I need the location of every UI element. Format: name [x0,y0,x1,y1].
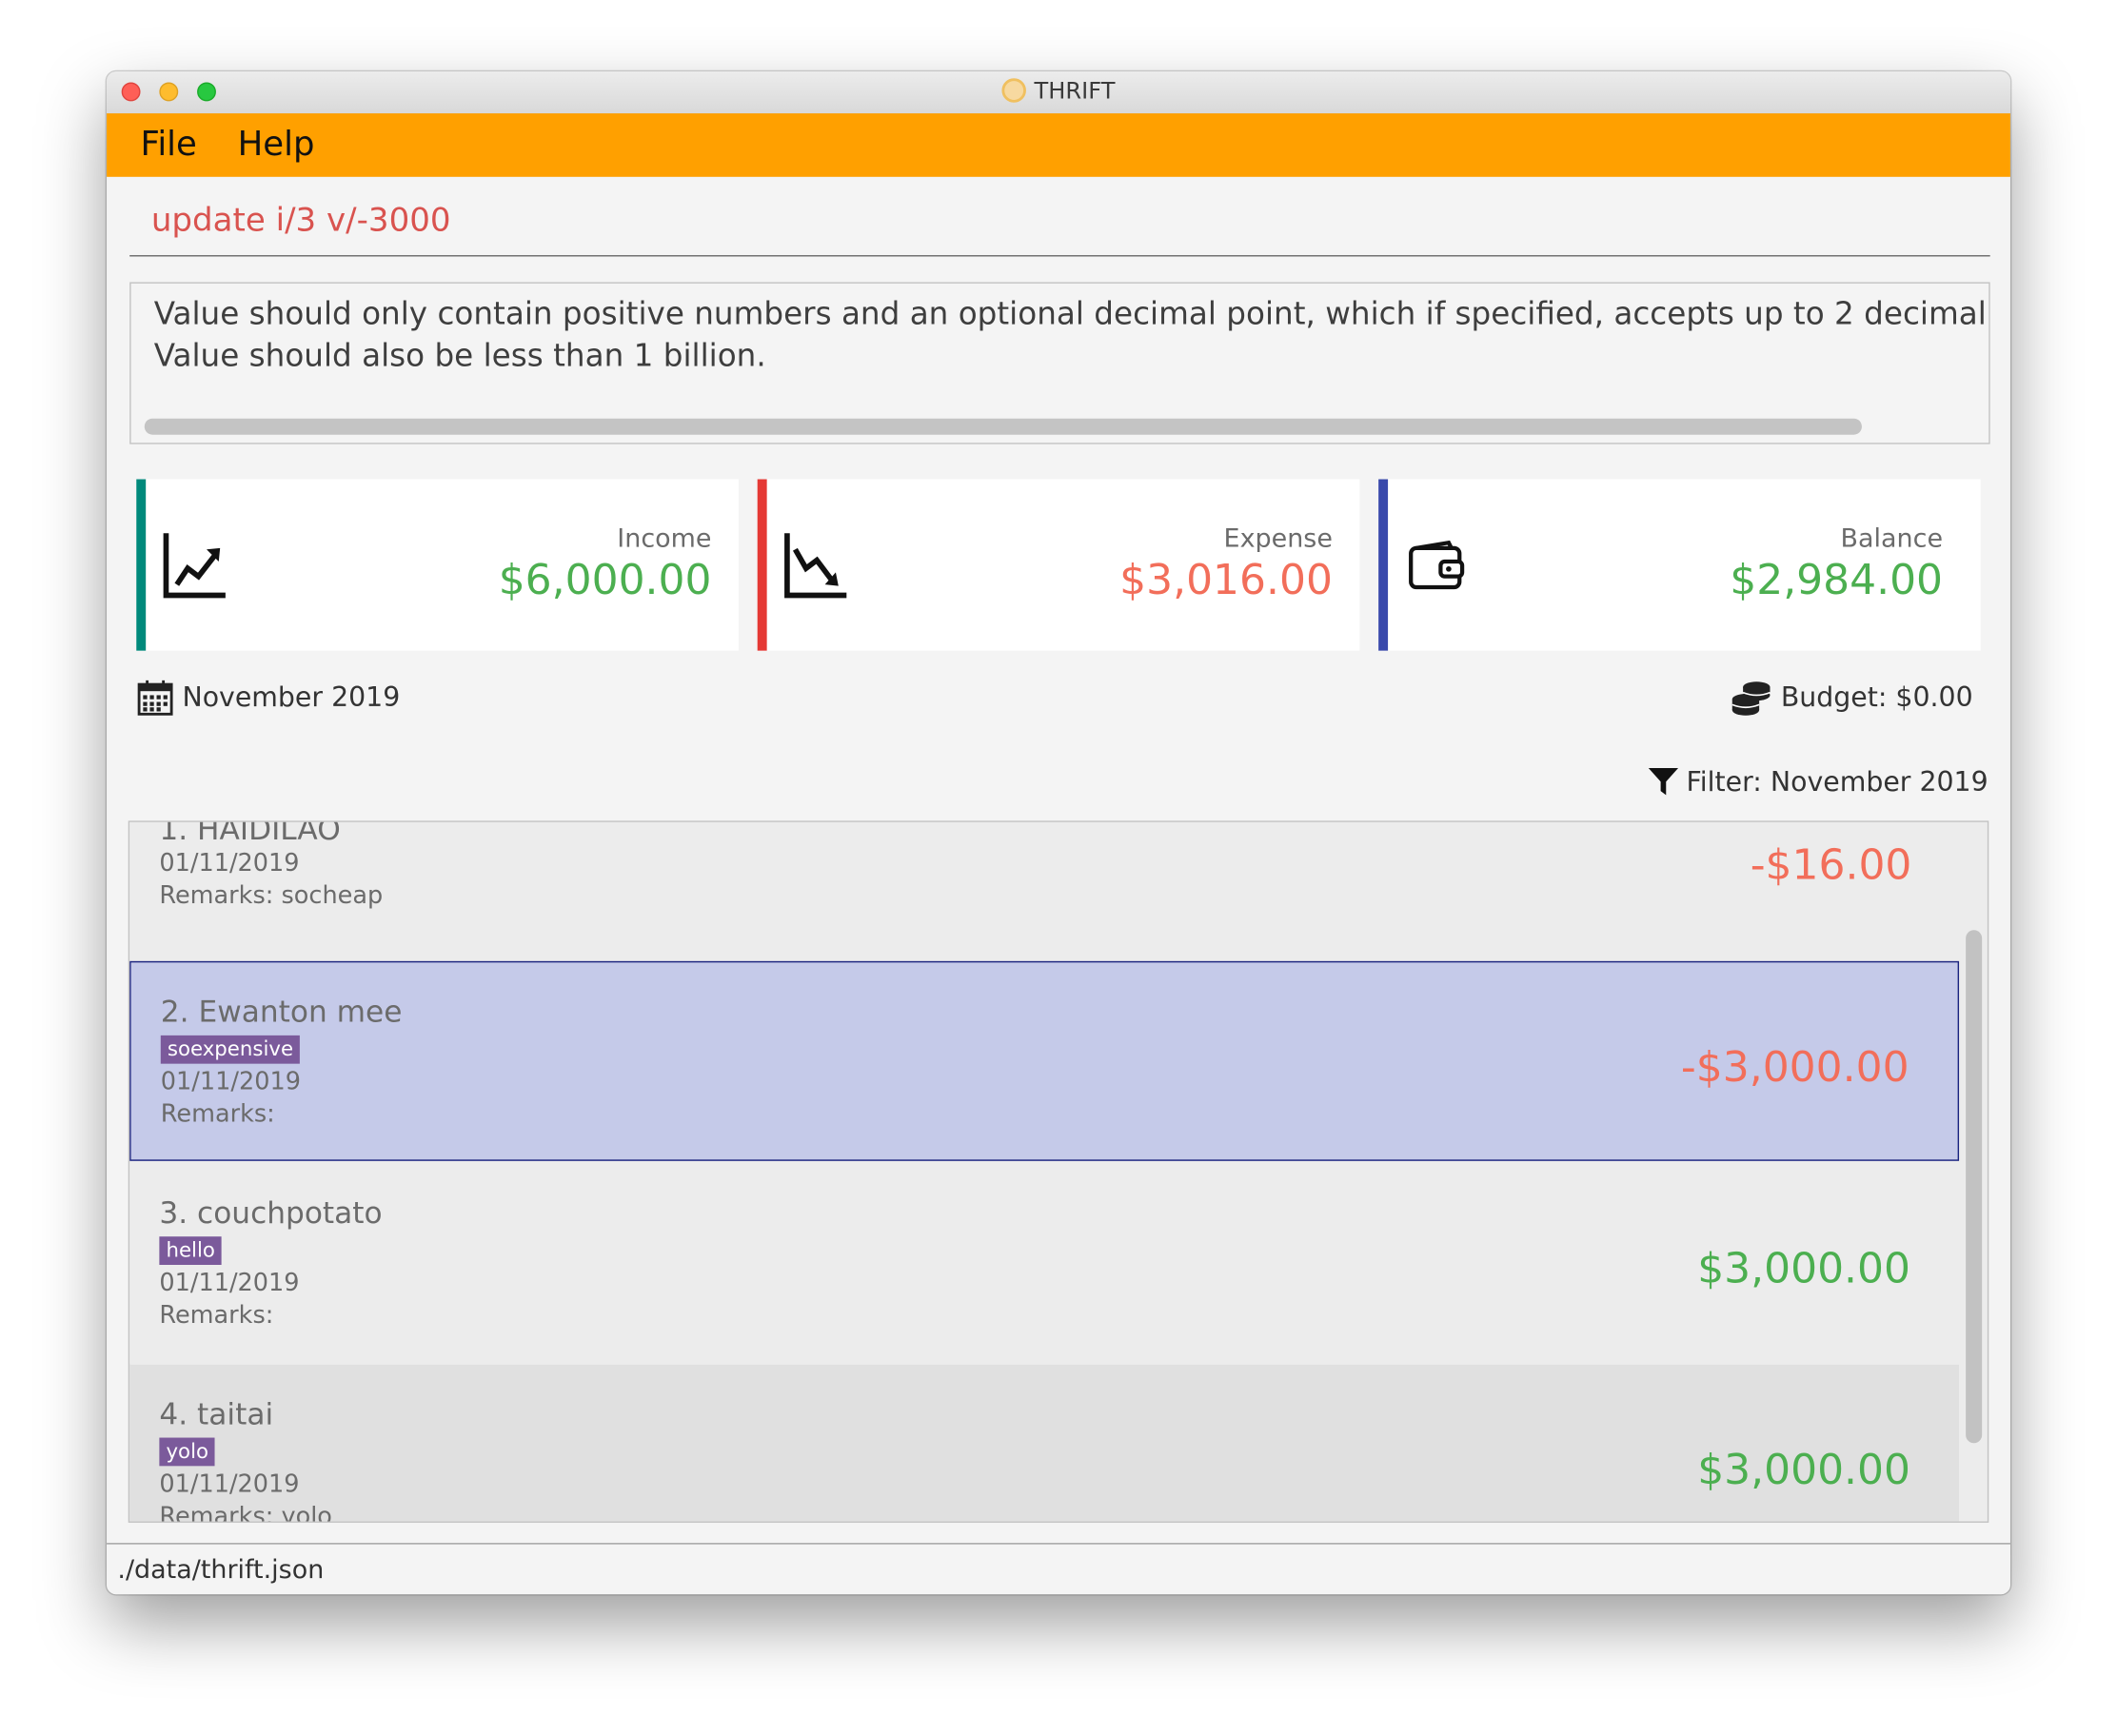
window-title: THRIFT [1034,78,1116,106]
income-value: $6,000.00 [498,556,712,605]
transaction-list[interactable]: 1. HAIDILAO 01/11/2019 Remarks: socheap … [128,820,1989,1523]
transaction-remarks: Remarks: [160,1099,275,1129]
status-bar: ./data/thrift.json [107,1543,2010,1595]
transaction-title: 3. couchpotato [159,1197,383,1232]
transaction-amount: $3,000.00 [1697,1446,1910,1495]
result-line-1: Value should only contain positive numbe… [153,297,1987,332]
result-display[interactable]: Value should only contain positive numbe… [129,282,1990,444]
transaction-row[interactable]: 4. taitai yolo 01/11/2019 Remarks: yolo … [129,1364,1960,1523]
menu-file[interactable]: File [141,124,197,163]
coins-icon [1731,681,1771,716]
transaction-date: 01/11/2019 [159,849,300,878]
transaction-remarks: Remarks: [159,1301,274,1331]
horizontal-scrollbar[interactable] [144,418,1862,435]
transaction-row-selected[interactable]: 2. Ewanton mee soexpensive 01/11/2019 Re… [129,960,1960,1161]
income-card: Income $6,000.00 [136,479,739,651]
balance-card: Balance $2,984.00 [1378,479,1981,651]
income-card-accent [136,479,147,651]
budget-display: Budget: $0.00 [1780,680,1973,713]
calendar-icon [137,680,173,716]
transaction-row[interactable]: 3. couchpotato hello 01/11/2019 Remarks:… [129,1162,1960,1364]
app-window: THRIFT File Help update i/3 v/-3000 Valu… [107,71,2010,1595]
transaction-tag: yolo [159,1437,216,1467]
current-month: November 2019 [182,680,401,713]
transaction-row[interactable]: 1. HAIDILAO 01/11/2019 Remarks: socheap … [129,820,1960,960]
filter-icon [1648,768,1679,796]
balance-value: $2,984.00 [1730,556,1944,605]
transaction-title: 2. Ewanton mee [160,996,403,1031]
transaction-title: 1. HAIDILAO [159,820,341,848]
expense-card: Expense $3,016.00 [757,479,1360,651]
transaction-date: 01/11/2019 [159,1470,300,1499]
storage-path: ./data/thrift.json [117,1554,325,1586]
app-logo-icon [1001,78,1027,103]
transaction-amount: -$3,000.00 [1680,1043,1909,1093]
income-label: Income [617,523,712,554]
command-input[interactable]: update i/3 v/-3000 [151,201,451,239]
transaction-date: 01/11/2019 [159,1269,300,1298]
transaction-tag: hello [159,1236,222,1265]
transaction-remarks: Remarks: yolo [159,1502,332,1523]
menu-help[interactable]: Help [238,124,315,163]
command-box[interactable]: update i/3 v/-3000 [129,190,1990,257]
vertical-scrollbar[interactable] [1966,930,1983,1444]
result-line-2: Value should also be less than 1 billion… [153,339,766,374]
chart-up-icon [163,533,226,599]
balance-card-accent [1378,479,1389,651]
transaction-amount: -$16.00 [1750,840,1912,890]
transaction-remarks: Remarks: socheap [159,881,384,910]
filter-display: Filter: November 2019 [1686,765,1988,799]
title-bar[interactable]: THRIFT [107,71,2010,115]
balance-label: Balance [1840,523,1944,554]
transaction-title: 4. taitai [159,1398,274,1432]
transaction-date: 01/11/2019 [160,1067,301,1096]
menu-bar: File Help [107,113,2010,177]
chart-down-icon [784,533,847,599]
transaction-tag: soexpensive [160,1035,301,1064]
wallet-icon [1409,540,1465,590]
window-title-area: THRIFT [107,71,2010,113]
expense-value: $3,016.00 [1119,556,1333,605]
expense-label: Expense [1223,523,1333,554]
expense-card-accent [757,479,767,651]
transaction-amount: $3,000.00 [1697,1244,1910,1293]
